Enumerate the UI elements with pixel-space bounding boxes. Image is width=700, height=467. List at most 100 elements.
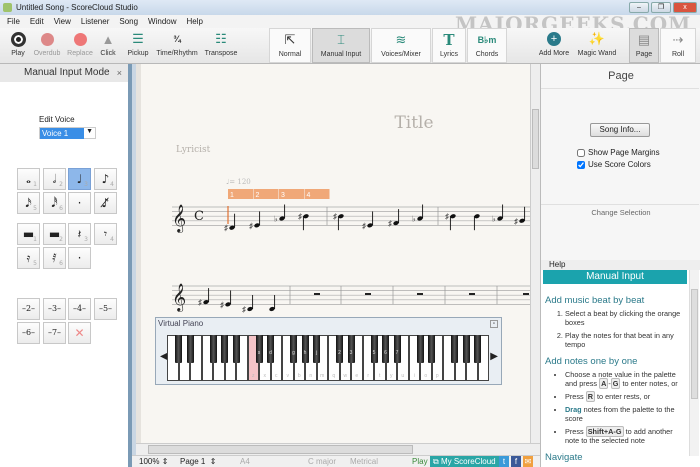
panel-close-button[interactable]: × — [117, 64, 122, 82]
voice-select[interactable]: Voice 1 ▼ — [39, 127, 96, 139]
palette-glyph: ♪̸ — [101, 196, 110, 210]
palette-button[interactable]: –5– — [94, 298, 117, 320]
accidental: ♯ — [362, 221, 366, 230]
play-button[interactable]: Play — [6, 28, 30, 63]
use-score-colors-input[interactable] — [577, 160, 585, 169]
palette-glyph: 𝄽 — [77, 227, 82, 241]
menu-song[interactable]: Song — [119, 15, 138, 28]
chords-button[interactable]: B♭m Chords — [467, 28, 507, 63]
twitter-icon[interactable]: t — [499, 456, 509, 467]
palette-button[interactable]: ♪̸ — [94, 192, 117, 214]
piano-black-key[interactable]: 2 — [336, 335, 343, 363]
palette-button[interactable]: –3– — [43, 298, 66, 320]
palette-button[interactable]: 𝅘𝅥𝅯 5 — [17, 192, 40, 214]
palette-button[interactable]: –4– — [68, 298, 91, 320]
piano-black-key[interactable]: 5 — [370, 335, 378, 363]
email-icon[interactable]: ✉ — [523, 456, 533, 467]
piano-restore-button[interactable]: ▫ — [490, 320, 498, 328]
page-select[interactable]: Page 1 ⇕ — [180, 456, 217, 467]
palette-button[interactable]: 𝅀 6 — [43, 247, 66, 269]
transpose-button[interactable]: ☷ Transpose — [202, 28, 240, 63]
properties-title: Page — [608, 70, 634, 82]
accidental: ♯ — [298, 212, 302, 221]
song-info-button[interactable]: Song Info... — [590, 123, 650, 137]
vertical-scrollbar[interactable] — [530, 64, 540, 443]
add-more-button[interactable]: + Add More — [536, 28, 572, 63]
show-page-margins-input[interactable] — [577, 148, 585, 157]
magic-wand-button[interactable]: ✨ Magic Wand — [575, 28, 619, 63]
time-rhythm-button[interactable]: ¾ Time/Rhythm — [153, 28, 201, 63]
horizontal-scrollbar[interactable] — [136, 443, 540, 455]
my-scorecloud-button[interactable]: ⧉ My ScoreCloud — [430, 456, 499, 467]
palette-button[interactable]: 𝄾 4 — [94, 223, 117, 245]
palette-button[interactable]: ▬ 1 — [17, 223, 40, 245]
menu-listener[interactable]: Listener — [81, 15, 109, 28]
delete-tuplet-button[interactable]: ✕ — [68, 322, 91, 344]
palette-button[interactable]: · — [68, 192, 91, 214]
zoom-select[interactable]: 100% ⇕ — [139, 456, 168, 467]
use-score-colors-checkbox[interactable]: Use Score Colors — [577, 160, 651, 169]
palette-glyph: 𝄾 — [103, 227, 108, 241]
palette-button[interactable]: 𝅝 1 — [17, 168, 40, 190]
palette-button[interactable]: 𝅗𝅥 2 — [43, 168, 66, 190]
menu-window[interactable]: Window — [148, 15, 176, 28]
my-scorecloud-label: My ScoreCloud — [440, 457, 496, 466]
overdub-button[interactable]: Overdub — [32, 28, 62, 63]
palette-button[interactable]: ▬ 2 — [43, 223, 66, 245]
accidental: ♭ — [492, 215, 496, 224]
shortcut-number: 3 — [84, 236, 88, 243]
manual-input-mode-button[interactable]: ⌶ Manual Input — [312, 28, 370, 63]
roll-view-button[interactable]: ⇢ Roll — [660, 28, 696, 63]
piano-black-key[interactable] — [186, 335, 194, 363]
palette-glyph: –4– — [72, 304, 87, 313]
palette-button[interactable]: –7– — [43, 322, 66, 344]
score-area[interactable]: Title Lyricist ♩= 120 1 2 3 4 𝄞 C ♯ ♯ ♭ ♯ ♯ ♯ ♯ ♭ ♯ ♭ ♯ 𝄞 ♯ ♯ ♯ — [136, 64, 530, 443]
palette-button[interactable]: 𝄿 5 — [17, 247, 40, 269]
piano-black-key[interactable] — [221, 335, 228, 363]
piano-black-key[interactable]: d — [267, 335, 274, 363]
palette-button[interactable]: –2– — [17, 298, 40, 320]
menu-view[interactable]: View — [54, 15, 71, 28]
scroll-right-icon[interactable]: ▶ — [490, 351, 498, 362]
piano-black-key[interactable] — [474, 335, 481, 363]
accidental: ♯ — [198, 298, 202, 307]
piano-black-key[interactable] — [209, 335, 217, 363]
piano-black-key[interactable] — [451, 335, 458, 363]
piano-black-key[interactable] — [175, 335, 182, 363]
piano-black-key[interactable]: 6 — [382, 335, 389, 363]
piano-black-key[interactable]: g — [290, 335, 297, 363]
piano-black-key[interactable] — [462, 335, 470, 363]
click-button[interactable]: ▲ Click — [97, 28, 119, 63]
palette-button[interactable]: 𝄽 3 — [68, 223, 91, 245]
replace-button[interactable]: Replace — [65, 28, 95, 63]
piano-black-key[interactable] — [232, 335, 240, 363]
menu-edit[interactable]: Edit — [30, 15, 44, 28]
palette-button[interactable]: 𝅘𝅥𝅰 6 — [43, 192, 66, 214]
virtual-piano: Virtual Piano ▫ ◀ ▶ zxcvbnmqwertyuiopsdg… — [155, 317, 502, 385]
piano-black-key[interactable]: j — [313, 335, 320, 363]
facebook-icon[interactable]: f — [511, 456, 521, 467]
normal-mode-button[interactable]: ⇱ Normal — [269, 28, 311, 63]
menu-help[interactable]: Help — [187, 15, 203, 28]
rest-mark — [469, 293, 475, 295]
piano-black-key[interactable] — [428, 335, 435, 363]
piano-black-key[interactable]: h — [301, 335, 309, 363]
palette-button[interactable]: · — [68, 247, 91, 269]
show-page-margins-checkbox[interactable]: Show Page Margins — [577, 148, 660, 157]
help-scrollbar[interactable] — [689, 270, 699, 456]
palette-button[interactable]: ♩ 3 — [68, 168, 91, 190]
piano-title: Virtual Piano — [158, 319, 204, 328]
shortcut-number: 5 — [33, 260, 37, 267]
palette-button[interactable]: –6– — [17, 322, 40, 344]
piano-black-key[interactable]: s — [255, 335, 263, 363]
palette-button[interactable]: ♪ 4 — [94, 168, 117, 190]
lyrics-button[interactable]: T Lyrics — [432, 28, 466, 63]
piano-black-key[interactable]: 3 — [347, 335, 355, 363]
piano-black-key[interactable] — [416, 335, 424, 363]
piano-black-key[interactable]: 7 — [393, 335, 401, 363]
page-view-button[interactable]: ▤ Page — [629, 28, 659, 63]
voices-mixer-button[interactable]: ≋ Voices/Mixer — [371, 28, 431, 63]
pickup-button[interactable]: ☰ Pickup — [123, 28, 153, 63]
palette-glyph: 𝅀 — [52, 251, 57, 265]
menu-file[interactable]: File — [7, 15, 20, 28]
